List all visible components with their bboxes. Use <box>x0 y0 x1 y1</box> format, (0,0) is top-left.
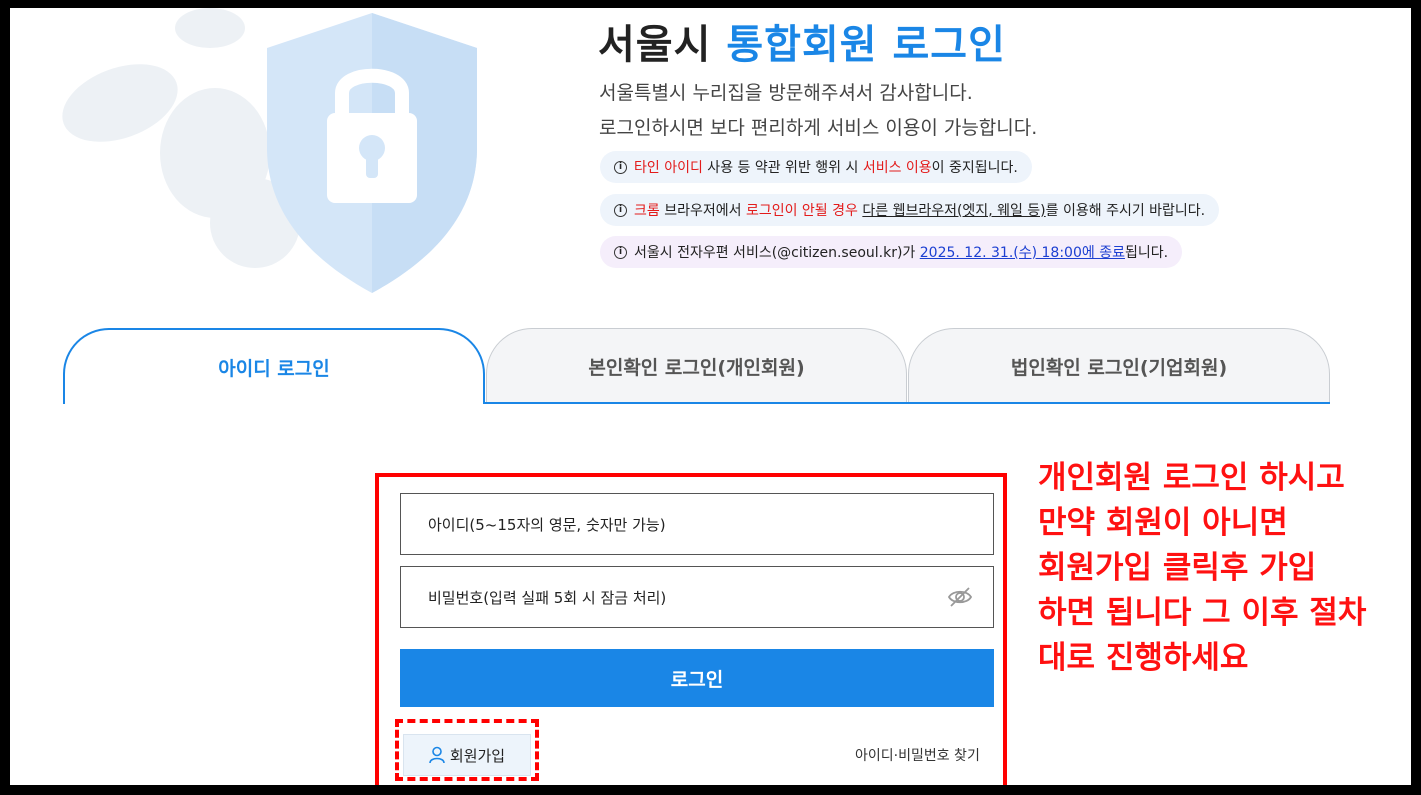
annotation-line: 만약 회원이 아니면 <box>1038 505 1288 541</box>
password-placeholder: 비밀번호(입력 실패 5회 시 잠금 처리) <box>428 588 667 607</box>
notice-browser: i 크롬 브라우저에서 로그인이 안될 경우 다른 웹브라우저(엣지, 웨일 등… <box>600 194 1220 226</box>
notice-text: 브라우저에서 <box>659 203 746 219</box>
notice-text: 크롬 <box>634 203 660 219</box>
tab-label: 법인확인 로그인(기업회원) <box>1010 357 1228 379</box>
join-button[interactable]: 회원가입 <box>403 734 531 776</box>
notice-email-service: i 서울시 전자우편 서비스(@citizen.seoul.kr)가 2025.… <box>600 236 1183 268</box>
email-end-date-link[interactable]: 2025. 12. 31.(수) 18:00에 종료 <box>920 242 1125 262</box>
id-input[interactable]: 아이디(5~15자의 영문, 숫자만 가능) <box>400 493 994 555</box>
page-frame: 서울시 통합회원 로그인 서울특별시 누리집을 방문해주셔서 감사합니다. 로그… <box>10 8 1411 785</box>
annotation-line: 하면 됩니다 그 이후 절차 <box>1038 595 1367 631</box>
notice-text: 다른 웹브라우저(엣지, 웨일 등) <box>862 203 1046 219</box>
tab-corporate-verification-login[interactable]: 법인확인 로그인(기업회원) <box>908 328 1330 404</box>
notice-text: 사용 등 약관 위반 행위 시 <box>702 160 863 176</box>
greeting-line-1: 서울특별시 누리집을 방문해주셔서 감사합니다. <box>599 82 973 104</box>
find-id-password-link[interactable]: 아이디·비밀번호 찾기 <box>855 745 980 765</box>
background-decoration <box>175 8 245 48</box>
shield-lock-icon <box>267 13 477 293</box>
notice-text: 서비스 이용 <box>862 160 932 176</box>
password-input[interactable]: 비밀번호(입력 실패 5회 시 잠금 처리) <box>400 566 994 628</box>
tab-underline <box>483 402 1330 404</box>
tab-label: 아이디 로그인 <box>218 357 330 380</box>
notice-text: 타인 아이디 <box>634 160 703 176</box>
annotation-line: 개인회원 로그인 하시고 <box>1038 460 1345 496</box>
notice-text: 이 중지됩니다. <box>931 160 1018 176</box>
greeting-line-2: 로그인하시면 보다 편리하게 서비스 이용이 가능합니다. <box>599 117 1038 139</box>
info-icon: i <box>614 203 627 217</box>
tab-id-login[interactable]: 아이디 로그인 <box>63 328 485 404</box>
title-prefix: 서울시 <box>598 22 712 68</box>
login-button[interactable]: 로그인 <box>400 649 994 707</box>
notice-text: 서울시 전자우편 서비스(@citizen.seoul.kr)가 <box>634 245 920 261</box>
info-icon: i <box>614 245 627 259</box>
notice-account-suspension: i 타인 아이디 사용 등 약관 위반 행위 시 서비스 이용 이 중지됩니다. <box>600 151 1032 183</box>
annotation-line: 대로 진행하세요 <box>1038 640 1249 676</box>
info-icon: i <box>614 160 627 174</box>
id-placeholder: 아이디(5~15자의 영문, 숫자만 가능) <box>428 515 666 534</box>
user-icon <box>429 746 445 764</box>
notice-text: 로그인이 안될 경우 <box>745 203 858 219</box>
login-button-label: 로그인 <box>670 668 724 691</box>
join-button-label: 회원가입 <box>449 746 506 765</box>
title-accent: 통합회원 로그인 <box>726 22 1006 68</box>
tab-label: 본인확인 로그인(개인회원) <box>588 357 805 379</box>
annotation-text: 개인회원 로그인 하시고 만약 회원이 아니면 회원가입 클릭후 가입 하면 됩… <box>1038 456 1408 681</box>
notice-text: 를 이용해 주시기 바랍니다. <box>1045 203 1206 219</box>
page-title: 서울시 통합회원 로그인 <box>598 12 1006 70</box>
tab-personal-verification-login[interactable]: 본인확인 로그인(개인회원) <box>486 328 907 404</box>
eye-slash-icon[interactable] <box>947 585 973 609</box>
annotation-line: 회원가입 클릭후 가입 <box>1038 550 1317 586</box>
notice-text: 됩니다. <box>1124 245 1169 261</box>
